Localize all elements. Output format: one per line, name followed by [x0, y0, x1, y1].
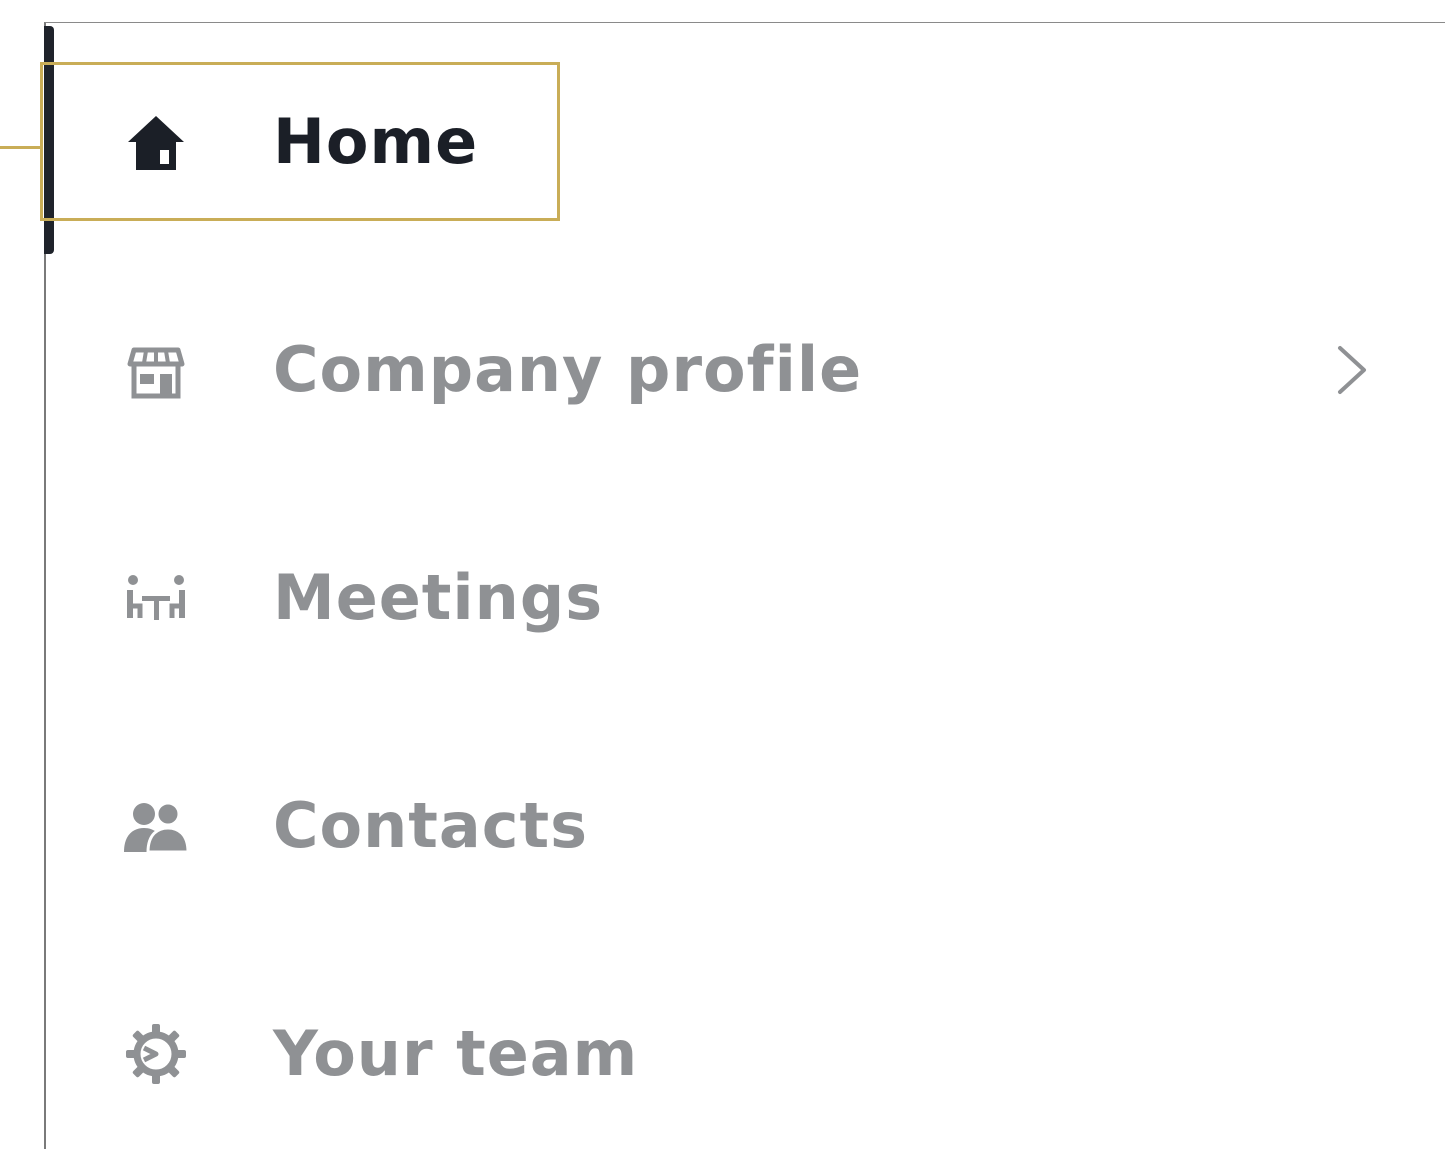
sidebar-item-company-profile[interactable]: Company profile: [56, 295, 1416, 445]
sidebar-item-home[interactable]: Home: [56, 67, 1416, 217]
callout-line: [0, 146, 42, 149]
chevron-right-icon[interactable]: [1332, 340, 1372, 400]
app-window: Home Company profile Meetings Contacts Y…: [0, 0, 1445, 1149]
sidebar-item-label: Company profile: [273, 333, 863, 406]
active-indicator: [44, 26, 54, 254]
sidebar-item-contacts[interactable]: Contacts: [56, 751, 1416, 901]
meeting-table-icon: [120, 562, 192, 634]
sidebar-item-label: Home: [273, 105, 479, 178]
sidebar-item-your-team[interactable]: Your team: [56, 979, 1416, 1129]
gear-icon: [120, 1018, 192, 1090]
sidebar-item-label: Your team: [273, 1017, 639, 1090]
contacts-icon: [120, 790, 192, 862]
sidebar-item-meetings[interactable]: Meetings: [56, 523, 1416, 673]
home-icon: [120, 106, 192, 178]
sidebar-item-label: Meetings: [273, 561, 604, 634]
storefront-icon: [120, 334, 192, 406]
sidebar-item-label: Contacts: [273, 789, 589, 862]
